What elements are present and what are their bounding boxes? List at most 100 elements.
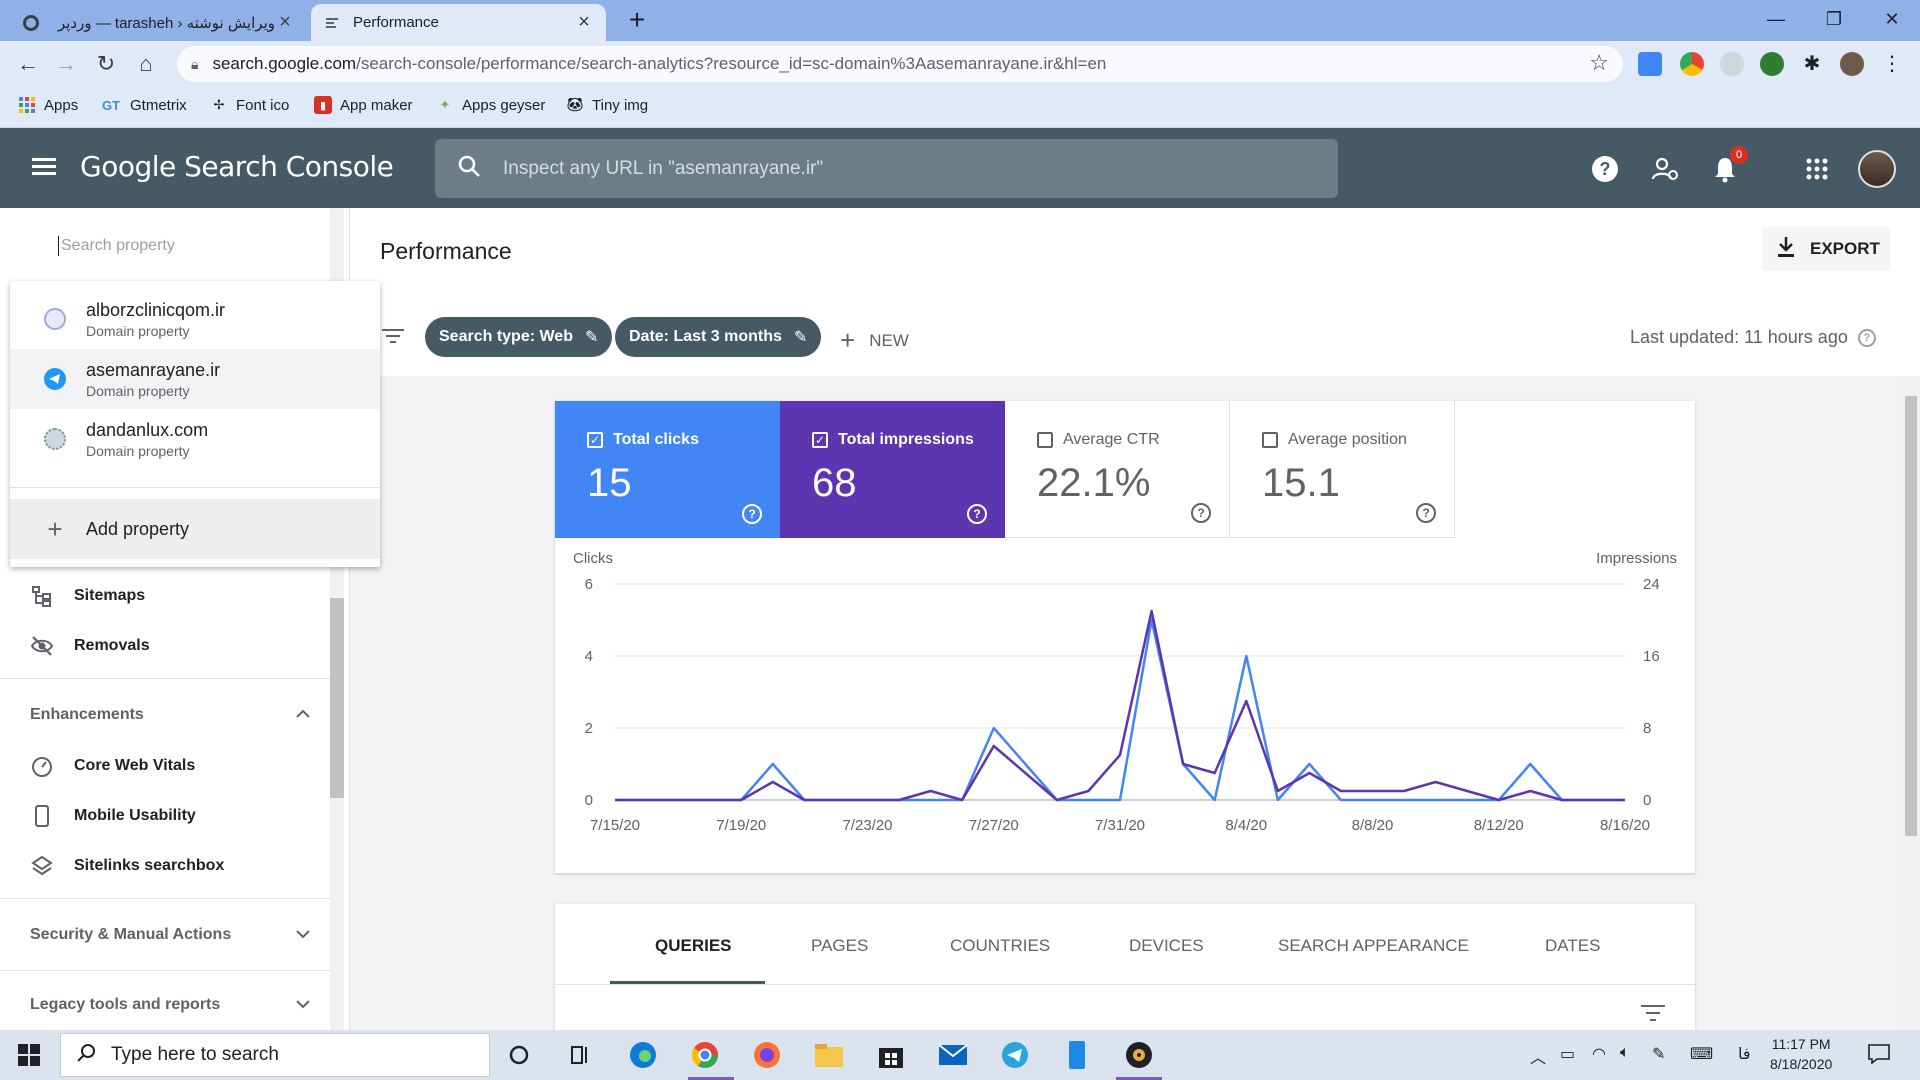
url-inspection-search[interactable] bbox=[435, 139, 1338, 198]
app-logo[interactable]: Google Search Console bbox=[80, 150, 394, 183]
sidebar-item-mobile-usability[interactable]: Mobile Usability bbox=[28, 804, 196, 828]
new-tab-button[interactable]: + bbox=[622, 6, 652, 36]
main-scrollbar[interactable] bbox=[1902, 376, 1920, 1030]
taskbar-search-box[interactable]: Type here to search bbox=[60, 1033, 490, 1077]
checkbox-checked-icon[interactable]: ✓ bbox=[812, 432, 828, 448]
globe-extension-icon[interactable] bbox=[1760, 52, 1784, 76]
checkbox-unchecked-icon[interactable] bbox=[1037, 432, 1053, 448]
property-option-dandanlux[interactable]: dandanlux.com Domain property bbox=[10, 409, 380, 469]
add-property-button[interactable]: + Add property bbox=[10, 499, 380, 559]
search-type-filter-chip[interactable]: Search type: Web ✎ bbox=[425, 317, 613, 357]
show-hidden-icons-icon[interactable]: ︿ bbox=[1530, 1044, 1546, 1068]
manage-users-icon[interactable] bbox=[1650, 154, 1680, 184]
close-window-icon[interactable]: ✕ bbox=[1864, 0, 1920, 40]
help-icon[interactable]: ? bbox=[1191, 503, 1211, 523]
account-avatar[interactable] bbox=[1858, 150, 1896, 188]
chrome-extension-icon[interactable] bbox=[1680, 52, 1704, 76]
media-player-icon[interactable] bbox=[1122, 1038, 1156, 1072]
filter-icon[interactable] bbox=[382, 328, 404, 349]
sidebar-item-sitemaps[interactable]: Sitemaps bbox=[28, 584, 145, 608]
tab-queries[interactable]: QUERIES bbox=[655, 936, 732, 956]
metric-total-impressions[interactable]: ✓ Total impressions 68 ? bbox=[780, 401, 1005, 538]
pen-icon[interactable]: ✎ bbox=[1652, 1044, 1665, 1064]
notifications-bell-icon[interactable]: 0 bbox=[1710, 146, 1748, 184]
property-search-input[interactable]: Search property bbox=[58, 236, 175, 256]
notification-center-icon[interactable] bbox=[1868, 1044, 1890, 1069]
chrome-browser-icon[interactable] bbox=[688, 1038, 722, 1072]
battery-icon[interactable]: ▭ bbox=[1560, 1044, 1575, 1064]
tab-countries[interactable]: COUNTRIES bbox=[950, 936, 1050, 956]
bookmark-apps[interactable]: Apps bbox=[18, 96, 78, 114]
volume-icon[interactable]: 🔈︎ bbox=[1620, 1044, 1630, 1062]
forward-arrow-icon[interactable]: → bbox=[52, 50, 80, 78]
export-button[interactable]: EXPORT bbox=[1762, 227, 1890, 271]
back-arrow-icon[interactable]: ← bbox=[14, 50, 42, 78]
sidebar-item-sitelinks-searchbox[interactable]: Sitelinks searchbox bbox=[28, 854, 224, 878]
wifi-icon[interactable]: ◠ bbox=[1592, 1044, 1606, 1064]
file-explorer-icon[interactable] bbox=[812, 1038, 846, 1072]
bookmark-star-icon[interactable]: ☆ bbox=[1589, 50, 1609, 76]
reload-icon[interactable]: ↻ bbox=[92, 50, 120, 78]
property-option-alborzclinicqom[interactable]: alborzclinicqom.ir Domain property bbox=[10, 289, 380, 349]
metric-average-ctr[interactable]: Average CTR 22.1% ? bbox=[1005, 401, 1230, 538]
menu-icon[interactable] bbox=[30, 154, 58, 182]
chrome-menu-icon[interactable]: ⋮ bbox=[1880, 52, 1904, 76]
bookmark-font-ico[interactable]: ✢ Font ico bbox=[210, 96, 290, 114]
task-view-icon[interactable] bbox=[564, 1038, 598, 1072]
address-bar[interactable]: 🔒︎ search.google.com/search-console/perf… bbox=[177, 46, 1623, 82]
metric-average-position[interactable]: Average position 15.1 ? bbox=[1230, 401, 1455, 538]
firefox-browser-icon[interactable] bbox=[750, 1038, 784, 1072]
puzzle-extensions-icon[interactable]: ✱ bbox=[1800, 52, 1824, 76]
help-icon[interactable]: ? bbox=[742, 504, 762, 524]
google-apps-grid-icon[interactable] bbox=[1802, 154, 1832, 184]
edge-browser-icon[interactable] bbox=[626, 1038, 660, 1072]
tab-pages[interactable]: PAGES bbox=[811, 936, 868, 956]
restore-window-icon[interactable]: ❐ bbox=[1806, 0, 1862, 40]
system-clock[interactable]: 11:17 PM 8/18/2020 bbox=[1770, 1034, 1832, 1074]
checkbox-unchecked-icon[interactable] bbox=[1262, 432, 1278, 448]
metric-total-clicks[interactable]: ✓ Total clicks 15 ? bbox=[555, 401, 780, 538]
scrollbar-thumb[interactable] bbox=[1905, 396, 1917, 836]
tab-devices[interactable]: DEVICES bbox=[1129, 936, 1204, 956]
language-indicator[interactable]: فا bbox=[1738, 1044, 1751, 1064]
new-filter-button[interactable]: + NEW bbox=[840, 325, 909, 356]
bookmark-apps-geyser[interactable]: ✦ Apps geyser bbox=[436, 96, 546, 114]
extension-icon[interactable] bbox=[1720, 52, 1744, 76]
bookmark-gtmetrix[interactable]: GT Gtmetrix bbox=[100, 96, 187, 114]
phone-app-icon[interactable] bbox=[1060, 1038, 1094, 1072]
sidebar-item-core-web-vitals[interactable]: Core Web Vitals bbox=[28, 754, 195, 778]
help-icon[interactable]: ? bbox=[1857, 328, 1876, 347]
tab-dates[interactable]: DATES bbox=[1545, 936, 1600, 956]
browser-tab-performance[interactable]: Performance × bbox=[311, 4, 606, 41]
scrollbar-thumb[interactable] bbox=[330, 598, 344, 798]
help-icon[interactable]: ? bbox=[1590, 154, 1620, 184]
help-icon[interactable]: ? bbox=[1416, 503, 1436, 523]
windows-start-icon[interactable] bbox=[18, 1044, 40, 1066]
translate-extension-icon[interactable] bbox=[1638, 52, 1662, 76]
date-filter-chip[interactable]: Date: Last 3 months ✎ bbox=[615, 317, 822, 357]
sidebar-section-security[interactable]: Security & Manual Actions bbox=[30, 926, 310, 944]
microsoft-store-icon[interactable] bbox=[874, 1038, 908, 1072]
keyboard-icon[interactable]: ⌨ bbox=[1690, 1044, 1713, 1064]
minimize-window-icon[interactable]: — bbox=[1748, 0, 1804, 40]
bookmark-label: Gtmetrix bbox=[130, 96, 187, 114]
cortana-icon[interactable] bbox=[502, 1038, 536, 1072]
browser-tab-wordpress[interactable]: ویرایش نوشته ‹ tarasheh — وردپر × bbox=[10, 4, 307, 41]
mail-icon[interactable] bbox=[936, 1038, 970, 1072]
help-icon[interactable]: ? bbox=[967, 504, 987, 524]
url-inspection-input[interactable] bbox=[503, 157, 1303, 180]
bookmark-tiny-img[interactable]: 🐼︎ Tiny img bbox=[566, 96, 648, 114]
sidebar-item-removals[interactable]: Removals bbox=[28, 634, 150, 658]
property-option-asemanrayane[interactable]: asemanrayane.ir Domain property bbox=[10, 349, 380, 409]
checkbox-checked-icon[interactable]: ✓ bbox=[587, 432, 603, 448]
close-tab-icon[interactable]: × bbox=[574, 11, 594, 34]
profile-avatar-icon[interactable] bbox=[1840, 52, 1864, 76]
sidebar-section-enhancements[interactable]: Enhancements bbox=[30, 706, 310, 724]
tab-search-appearance[interactable]: SEARCH APPEARANCE bbox=[1278, 936, 1469, 956]
home-icon[interactable]: ⌂ bbox=[132, 50, 160, 78]
sidebar-section-legacy[interactable]: Legacy tools and reports bbox=[30, 996, 310, 1014]
bookmark-app-maker[interactable]: ▮ App maker bbox=[314, 96, 413, 114]
close-tab-icon[interactable]: × bbox=[275, 11, 295, 34]
table-filter-icon[interactable] bbox=[1641, 1004, 1665, 1027]
telegram-app-icon[interactable] bbox=[998, 1038, 1032, 1072]
